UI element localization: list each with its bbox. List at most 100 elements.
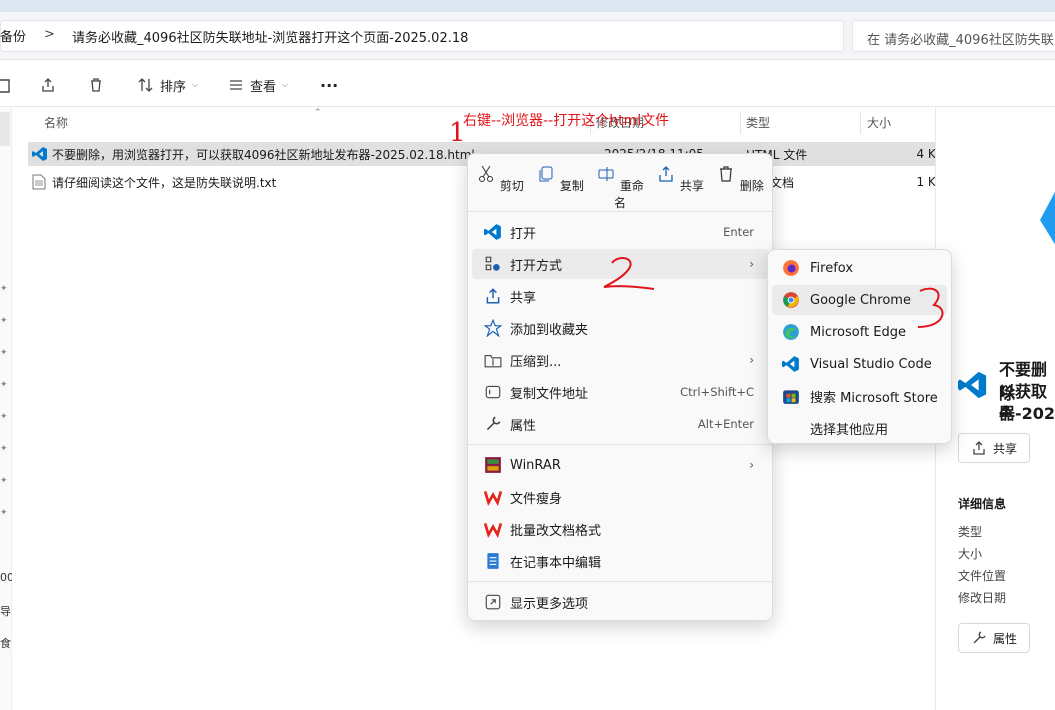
chevron-down-icon: ⌵	[282, 80, 289, 89]
menu-item-more-options[interactable]: 显示更多选项	[472, 587, 768, 617]
share-button[interactable]: 共享	[654, 164, 706, 194]
menu-item-label: 压缩到...	[510, 354, 562, 370]
menu-item-label: 打开	[510, 226, 537, 242]
copy-button[interactable]: 复制	[534, 164, 586, 194]
details-share-label: 共享	[992, 441, 1017, 456]
menu-item-label: 打开方式	[510, 258, 563, 274]
file-name: 不要删除，用浏览器打开，可以获取4096社区新地址发布器-2025.02.18.…	[52, 147, 475, 162]
toolbar-delete-button[interactable]	[88, 75, 104, 95]
column-divider[interactable]	[740, 112, 741, 134]
submenu-item-label: 选择其他应用	[810, 422, 889, 438]
context-menu: 剪切 复制 重命名 共享 删除 打开 Enter 打开方式 › 共享 添加到收藏…	[467, 153, 773, 621]
vscode-icon	[484, 224, 501, 240]
vscode-icon	[782, 356, 799, 372]
view-icon	[230, 80, 242, 90]
wrench-icon	[486, 416, 501, 431]
menu-item-label: 文件瘦身	[510, 491, 563, 507]
menu-item-open[interactable]: 打开 Enter	[472, 217, 768, 247]
sort-arrow-icon: ⌃	[314, 108, 322, 118]
pin-icon: ✦	[0, 508, 8, 518]
menu-item-batch-convert[interactable]: 批量改文档格式	[472, 514, 768, 544]
pin-icon: ✦	[0, 316, 8, 326]
submenu-item-choose-other[interactable]: 选择其他应用	[772, 413, 947, 443]
column-header-type[interactable]: 类型	[746, 114, 770, 131]
submenu-item-label: Google Chrome	[810, 292, 911, 308]
menu-item-edit-notepad[interactable]: 在记事本中编辑	[472, 546, 768, 576]
toolbar-copy-button[interactable]	[0, 75, 12, 95]
annotation-number-3-mark	[917, 287, 944, 328]
trash-icon	[91, 78, 101, 92]
chevron-right-icon: ›	[749, 458, 754, 472]
chrome-icon	[783, 292, 799, 308]
menu-item-shortcut: Enter	[723, 225, 754, 239]
breadcrumb-root[interactable]: 备份	[0, 26, 26, 45]
copy-icon	[539, 166, 553, 182]
pin-icon: ✦	[0, 380, 8, 390]
sort-label: 排序	[160, 79, 187, 95]
command-bar: 排序 ⌵ 查看 ⌵ ···	[0, 61, 1055, 107]
winrar-icon	[485, 457, 501, 473]
copy-label: 复制	[559, 179, 584, 193]
column-divider[interactable]	[860, 112, 861, 134]
wps-icon	[484, 490, 502, 506]
pin-icon: ✦	[0, 412, 8, 422]
menu-item-label: 共享	[510, 290, 537, 306]
details-properties-label: 属性	[992, 631, 1017, 646]
menu-item-copy-path[interactable]: 复制文件地址 Ctrl+Shift+C	[472, 377, 768, 407]
submenu-item-vscode[interactable]: Visual Studio Code	[772, 349, 947, 379]
share-label: 共享	[679, 179, 704, 193]
menu-item-add-favorite[interactable]: 添加到收藏夹	[472, 313, 768, 343]
breadcrumb-current-folder[interactable]: 请务必收藏_4096社区防失联地址-浏览器打开这个页面-2025.02.18	[72, 27, 468, 46]
nav-item-text[interactable]: 食	[0, 635, 11, 651]
delete-label: 删除	[739, 179, 764, 193]
file-name: 请仔细阅读这个文件，这是防失联说明.txt	[52, 175, 277, 190]
star-icon	[484, 319, 502, 337]
search-input[interactable]: 在 请务必收藏_4096社区防失联...	[852, 20, 1055, 52]
navigation-pane	[0, 108, 12, 710]
rename-button[interactable]: 重命名	[594, 164, 646, 211]
rename-icon	[598, 167, 614, 181]
toolbar-share-button[interactable]	[40, 75, 56, 95]
vscode-icon	[958, 371, 987, 399]
vscode-icon	[32, 147, 47, 161]
submenu-item-firefox[interactable]: Firefox	[772, 253, 947, 283]
menu-separator	[468, 211, 772, 212]
chevron-down-icon: ⌵	[192, 80, 199, 89]
submenu-item-store[interactable]: 搜索 Microsoft Store	[772, 381, 947, 411]
submenu-item-label: 搜索 Microsoft Store	[810, 390, 938, 406]
edge-icon	[783, 324, 799, 340]
menu-item-slim-file[interactable]: 文件瘦身	[472, 482, 768, 512]
scissors-icon	[479, 165, 494, 182]
menu-item-winrar[interactable]: WinRAR ›	[472, 450, 768, 480]
open-with-icon	[485, 256, 500, 271]
details-properties-button[interactable]: 属性	[958, 623, 1030, 653]
vscode-large-icon	[1040, 191, 1055, 245]
chevron-right-icon: ›	[749, 257, 754, 271]
pin-icon: ✦	[0, 444, 8, 454]
toolbar-view-button[interactable]: 查看 ⌵	[228, 75, 288, 95]
details-type-label: 类型	[958, 525, 983, 539]
column-header-name[interactable]: 名称	[44, 114, 68, 131]
menu-item-label: WinRAR	[510, 457, 561, 473]
nav-selected-item[interactable]	[0, 112, 10, 146]
details-modified-label: 修改日期	[958, 591, 1007, 605]
text-file-icon	[32, 174, 46, 190]
breadcrumb-separator: >	[44, 27, 55, 42]
chevron-right-icon: ›	[749, 353, 754, 367]
cut-label: 剪切	[499, 179, 524, 193]
details-title-line: 器-2025	[999, 404, 1055, 423]
details-share-button[interactable]: 共享	[958, 433, 1030, 463]
menu-item-properties[interactable]: 属性 Alt+Enter	[472, 409, 768, 439]
menu-item-label: 属性	[510, 418, 537, 434]
toolbar-sort-button[interactable]: 排序 ⌵	[138, 75, 198, 95]
more-options-button[interactable]: ···	[320, 75, 338, 95]
annotation-caption: 右键--浏览器--打开这个html文件	[463, 113, 670, 129]
details-location-label: 文件位置	[958, 569, 1007, 583]
share-icon	[486, 288, 500, 304]
delete-button[interactable]: 删除	[714, 164, 766, 194]
cut-button[interactable]: 剪切	[474, 164, 526, 194]
more-options-icon	[485, 594, 501, 610]
sort-icon	[138, 78, 153, 92]
menu-item-compress[interactable]: 压缩到... ›	[472, 345, 768, 375]
column-header-size[interactable]: 大小	[867, 114, 891, 131]
